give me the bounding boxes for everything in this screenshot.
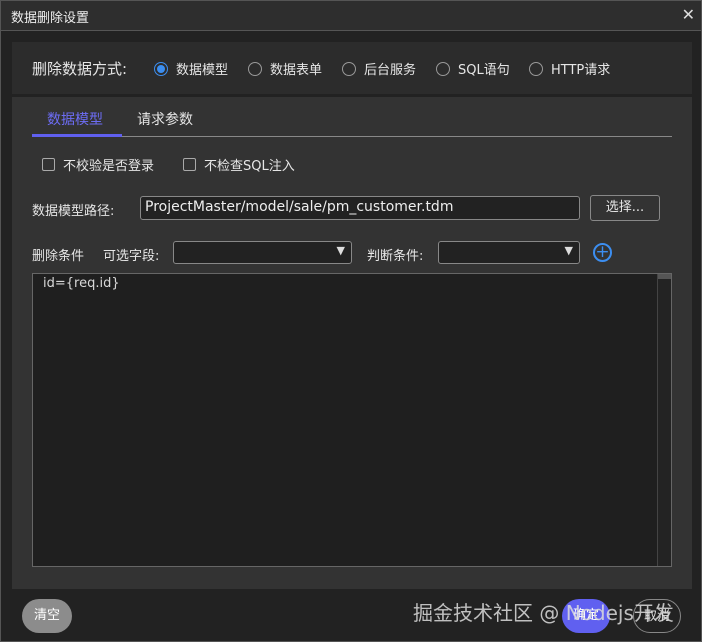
editor-line: id={req.id} (43, 276, 120, 291)
choose-button[interactable]: 选择... (590, 195, 660, 221)
radio-checked-icon (154, 61, 168, 76)
radio-data-form[interactable]: 数据表单 (248, 59, 322, 78)
radio-label: 后台服务 (364, 63, 417, 78)
conditions-label: 删除条件 (32, 249, 85, 264)
checkbox-icon (42, 158, 55, 171)
radio-backend-service[interactable]: 后台服务 (342, 59, 416, 78)
title-bar (1, 1, 701, 31)
field-label: 可选字段: (103, 249, 160, 264)
judge-label: 判断条件: (367, 249, 424, 264)
scrollbar-thumb[interactable] (658, 274, 671, 279)
radio-label: 数据表单 (270, 63, 323, 78)
radio-icon (248, 61, 262, 76)
radio-icon (436, 61, 450, 76)
model-path-label: 数据模型路径: (32, 204, 115, 219)
radio-label: HTTP请求 (551, 63, 611, 78)
checkbox-label: 不校验是否登录 (63, 159, 155, 174)
checkbox-icon (183, 158, 196, 171)
method-label: 删除数据方式: (32, 60, 128, 78)
tab-data-model[interactable]: 数据模型 (47, 109, 103, 129)
field-select[interactable]: ▼ (173, 241, 352, 264)
clear-button[interactable]: 清空 (22, 599, 72, 633)
watermark: 掘金技术社区 @ Nodejs开发 (413, 601, 674, 625)
skip-login-check-checkbox[interactable]: 不校验是否登录 (42, 155, 154, 174)
tab-request-params[interactable]: 请求参数 (137, 109, 193, 129)
radio-icon (529, 61, 543, 76)
checkbox-label: 不检查SQL注入 (204, 159, 295, 174)
dialog-title: 数据删除设置 (11, 11, 90, 26)
judge-select[interactable]: ▼ (438, 241, 580, 264)
radio-data-model[interactable]: 数据模型 (154, 59, 228, 78)
radio-sql[interactable]: SQL语句 (436, 59, 510, 78)
chevron-down-icon: ▼ (336, 244, 345, 257)
skip-sql-injection-checkbox[interactable]: 不检查SQL注入 (183, 155, 295, 174)
add-condition-icon[interactable]: + (593, 243, 612, 262)
editor-scrollbar[interactable] (657, 274, 671, 566)
chevron-down-icon: ▼ (564, 244, 573, 257)
tab-divider (32, 136, 672, 137)
active-tab-indicator (32, 134, 122, 137)
condition-editor[interactable]: id={req.id} (32, 273, 672, 567)
model-path-input[interactable]: ProjectMaster/model/sale/pm_customer.tdm (140, 196, 580, 220)
close-icon[interactable]: ✕ (682, 5, 695, 24)
radio-icon (342, 61, 356, 76)
radio-http[interactable]: HTTP请求 (529, 59, 610, 78)
radio-label: 数据模型 (176, 63, 229, 78)
radio-label: SQL语句 (458, 63, 510, 78)
